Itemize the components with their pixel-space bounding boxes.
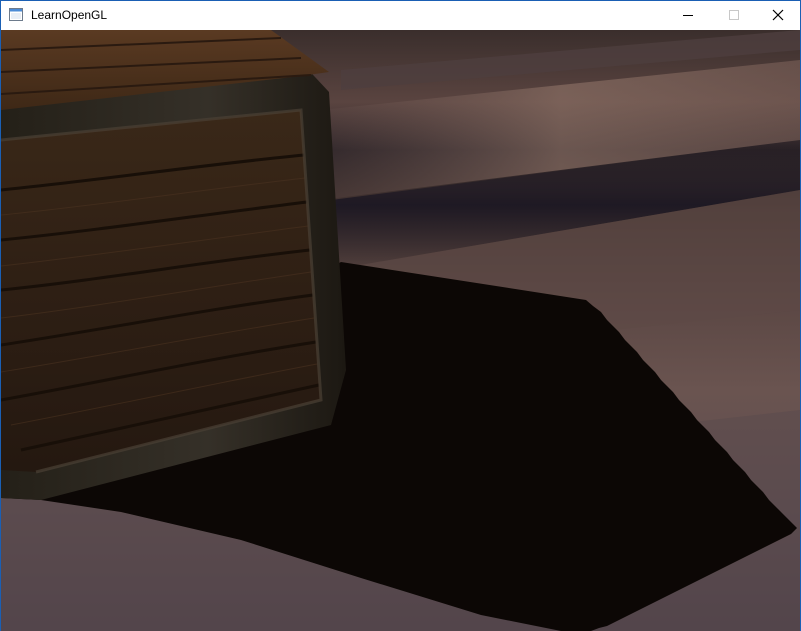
app-window: LearnOpenGL (0, 0, 801, 631)
minimize-button[interactable] (665, 1, 711, 30)
window-title: LearnOpenGL (31, 8, 108, 22)
title-bar[interactable]: LearnOpenGL (1, 0, 800, 30)
maximize-button[interactable] (711, 1, 757, 30)
close-icon (772, 9, 784, 21)
opengl-render-viewport[interactable] (1, 30, 800, 631)
minimize-icon (683, 15, 693, 16)
close-button[interactable] (755, 1, 800, 30)
maximize-icon (729, 10, 739, 20)
window-app-icon (9, 8, 23, 21)
rendered-scene (1, 30, 800, 631)
